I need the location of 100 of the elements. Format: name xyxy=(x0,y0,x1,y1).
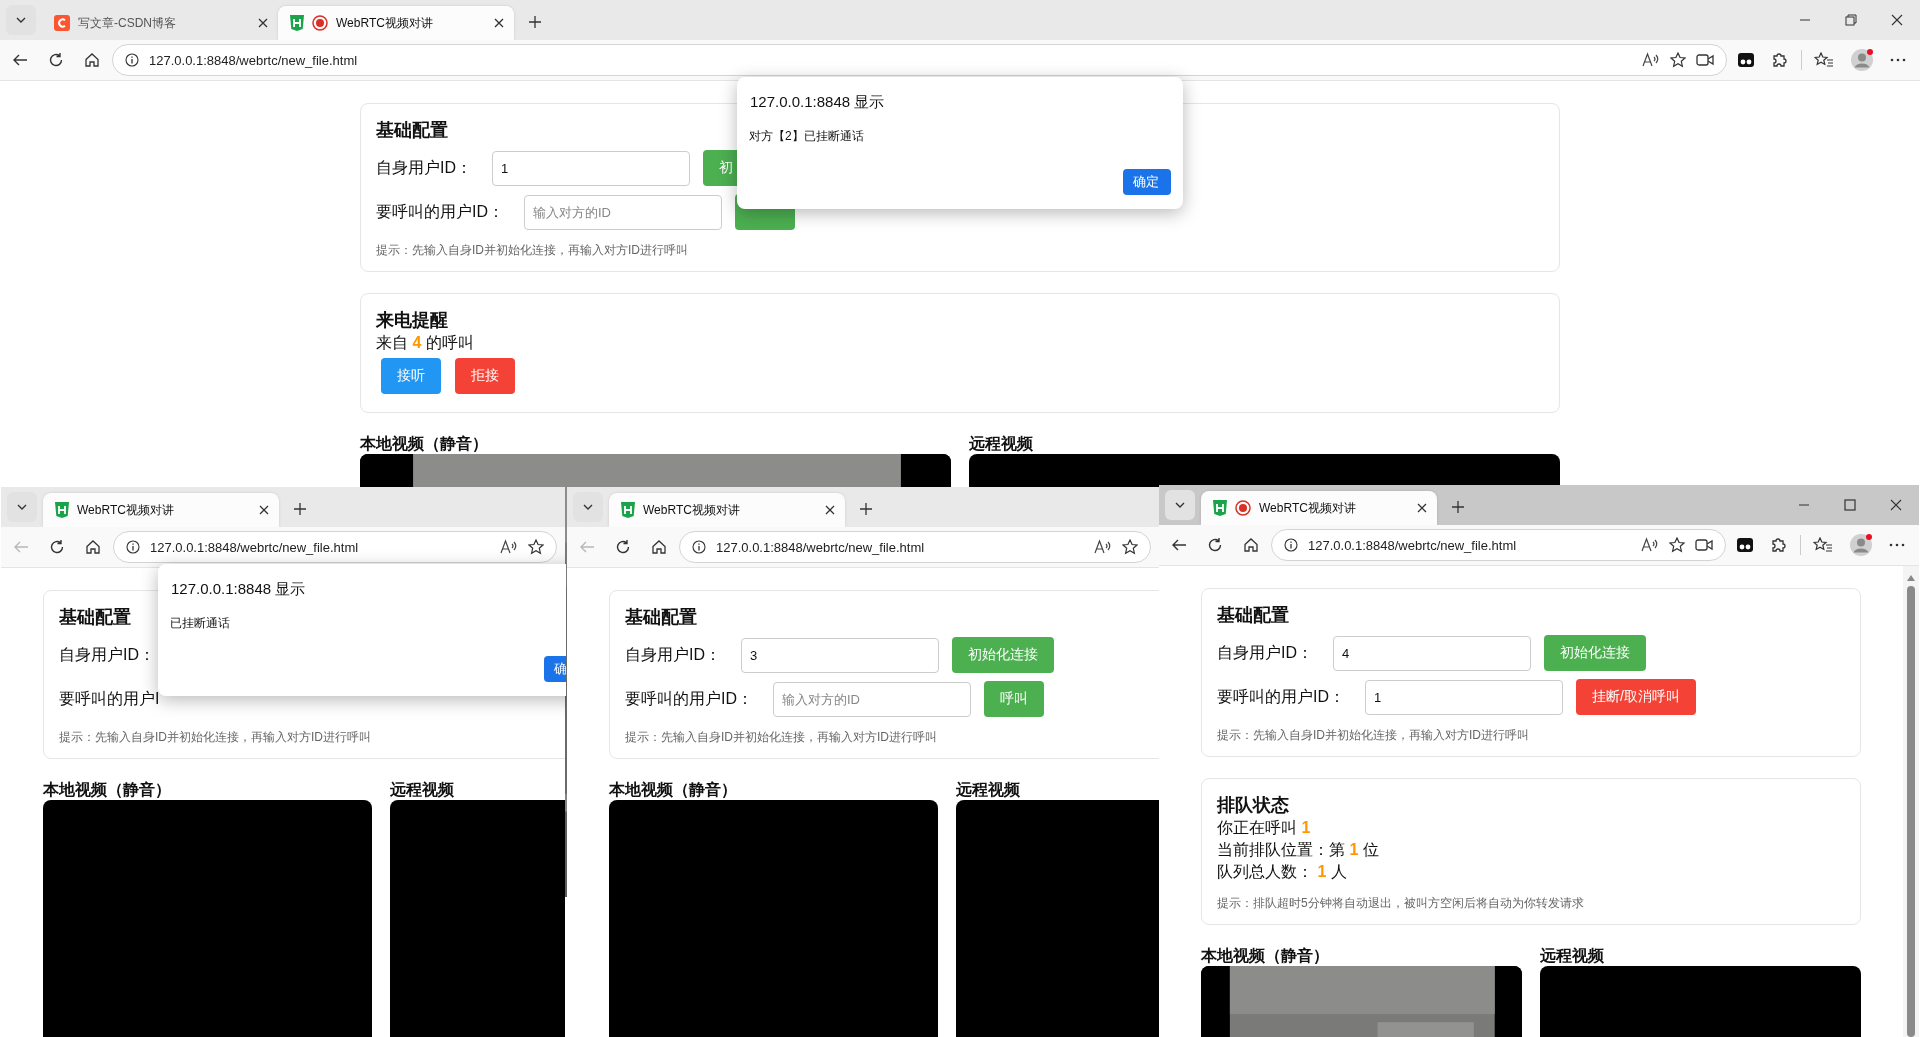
info-icon xyxy=(125,53,139,67)
section-title: 基础配置 xyxy=(1217,604,1289,627)
video-label: 远程视频 xyxy=(1540,946,1604,966)
status-text: 当前排队位置：第 1 位 xyxy=(1217,840,1379,860)
hint-text: 提示：排队超时5分钟将自动退出，被叫方空闲后将自动为你转发请求 xyxy=(1217,895,1584,912)
video-label: 本地视频（静音） xyxy=(1201,946,1329,966)
input-field[interactable]: 4 xyxy=(1333,635,1531,671)
section-title: 来电提醒 xyxy=(376,309,448,332)
input-field[interactable]: 3 xyxy=(741,637,939,673)
section-title: 基础配置 xyxy=(376,119,448,142)
info-icon xyxy=(126,540,140,554)
video-label: 远程视频 xyxy=(390,780,454,800)
info-icon xyxy=(692,540,706,554)
shield-icon xyxy=(290,15,304,31)
browser-tab[interactable]: WebRTC视频对讲 xyxy=(1201,491,1437,525)
glasses-icon[interactable] xyxy=(1737,52,1755,68)
glasses-icon[interactable] xyxy=(1736,537,1754,553)
maximize-icon[interactable] xyxy=(1844,499,1856,511)
plus-icon xyxy=(293,502,307,516)
close-icon[interactable] xyxy=(1891,14,1903,26)
close-icon[interactable] xyxy=(1417,503,1427,513)
status-text: 来自 4 的呼叫 xyxy=(376,333,474,353)
plus-icon xyxy=(1451,500,1465,514)
home-icon[interactable] xyxy=(84,52,100,68)
field-label: 自身用户ID： xyxy=(625,644,721,665)
reload-icon[interactable] xyxy=(49,539,65,555)
close-icon[interactable] xyxy=(494,18,504,28)
extensions-icon[interactable] xyxy=(1771,51,1789,69)
hint-text: 提示：先输入自身ID并初始化连接，再输入对方ID进行呼叫 xyxy=(625,729,937,746)
favorite-star-icon[interactable] xyxy=(1669,537,1685,553)
dialog-title: 127.0.0.1:8848 显示 xyxy=(171,580,307,599)
tab-list-button[interactable] xyxy=(6,5,36,35)
read-aloud-icon[interactable] xyxy=(500,539,518,555)
tab-list-button[interactable] xyxy=(573,492,603,522)
home-icon[interactable] xyxy=(85,539,101,555)
close-icon[interactable] xyxy=(258,18,268,28)
favorite-star-icon[interactable] xyxy=(528,539,544,555)
field-label: 要呼叫的用户ID： xyxy=(625,688,753,709)
close-icon[interactable] xyxy=(259,505,269,515)
video-label: 本地视频（静音） xyxy=(360,434,488,454)
extensions-icon[interactable] xyxy=(1770,536,1788,554)
close-icon[interactable] xyxy=(1890,499,1902,511)
action-button[interactable]: 拒接 xyxy=(455,358,515,394)
address-field[interactable]: 127.0.0.1:8848/webrtc/new_file.html xyxy=(113,531,557,563)
more-icon[interactable] xyxy=(1890,58,1906,62)
plus-icon xyxy=(528,15,542,29)
reload-icon[interactable] xyxy=(1207,537,1223,553)
read-aloud-icon[interactable] xyxy=(1642,52,1660,68)
field-label: 自身用户ID： xyxy=(376,157,472,178)
hint-text: 提示：先输入自身ID并初始化连接，再输入对方ID进行呼叫 xyxy=(59,729,371,746)
ok-button[interactable]: 确定 xyxy=(1123,169,1171,195)
address-field[interactable]: 127.0.0.1:8848/webrtc/new_file.html xyxy=(1271,529,1726,561)
browser-tab[interactable]: 写文章-CSDN博客 xyxy=(42,6,278,40)
favorites-icon[interactable] xyxy=(1813,537,1833,553)
field-label: 要呼叫的用户ID： xyxy=(1217,686,1345,707)
more-icon[interactable] xyxy=(1889,543,1905,547)
profile-avatar[interactable] xyxy=(1850,48,1874,72)
camera-icon[interactable] xyxy=(1695,538,1713,552)
address-field[interactable]: 127.0.0.1:8848/webrtc/new_file.html xyxy=(112,44,1727,76)
home-icon[interactable] xyxy=(1243,537,1259,553)
hint-text: 提示：先输入自身ID并初始化连接，再输入对方ID进行呼叫 xyxy=(376,242,688,259)
browser-tab[interactable]: WebRTC视频对讲 xyxy=(43,493,279,527)
profile-avatar[interactable] xyxy=(1849,533,1873,557)
reload-icon[interactable] xyxy=(615,539,631,555)
browser-tab[interactable]: WebRTC视频对讲 xyxy=(609,493,845,527)
hint-text: 提示：先输入自身ID并初始化连接，再输入对方ID进行呼叫 xyxy=(1217,727,1529,744)
video-label: 本地视频（静音） xyxy=(43,780,171,800)
video-label: 本地视频（静音） xyxy=(609,780,737,800)
input-field[interactable]: 1 xyxy=(492,150,690,186)
shield-icon xyxy=(621,502,635,518)
scrollbar[interactable] xyxy=(1903,566,1919,1037)
scroll-up-icon[interactable] xyxy=(1906,574,1916,582)
back-icon[interactable] xyxy=(12,52,28,68)
info-icon xyxy=(1284,538,1298,552)
dialog-message: 已挂断通话 xyxy=(170,615,231,632)
section-title: 基础配置 xyxy=(625,606,697,629)
close-icon[interactable] xyxy=(825,505,835,515)
camera-icon[interactable] xyxy=(1696,53,1714,67)
shield-icon xyxy=(1213,500,1227,516)
restore-icon[interactable] xyxy=(1845,14,1857,26)
dialog-message: 对方【2】已挂断通话 xyxy=(749,128,865,145)
home-icon[interactable] xyxy=(651,539,667,555)
read-aloud-icon[interactable] xyxy=(1641,537,1659,553)
input-field[interactable]: 输入对方的ID xyxy=(524,194,722,230)
browser-tab[interactable]: WebRTC视频对讲 xyxy=(278,6,514,40)
input-field[interactable]: 1 xyxy=(1365,679,1563,715)
back-icon[interactable] xyxy=(1171,537,1187,553)
favorite-star-icon[interactable] xyxy=(1122,539,1138,555)
ok-button[interactable]: 确 xyxy=(544,656,566,682)
tab-list-button[interactable] xyxy=(7,492,37,522)
action-button[interactable]: 挂断/取消呼叫 xyxy=(1576,679,1696,715)
video-label: 远程视频 xyxy=(969,434,1033,454)
address-field[interactable]: 127.0.0.1:8848/webrtc/new_file.html xyxy=(679,531,1151,563)
field-label: 自身用户ID： xyxy=(59,644,155,665)
favorites-icon[interactable] xyxy=(1814,52,1834,68)
favorite-star-icon[interactable] xyxy=(1670,52,1686,68)
read-aloud-icon[interactable] xyxy=(1094,539,1112,555)
reload-icon[interactable] xyxy=(48,52,64,68)
input-field[interactable]: 输入对方的ID xyxy=(773,681,971,717)
plus-icon xyxy=(859,502,873,516)
